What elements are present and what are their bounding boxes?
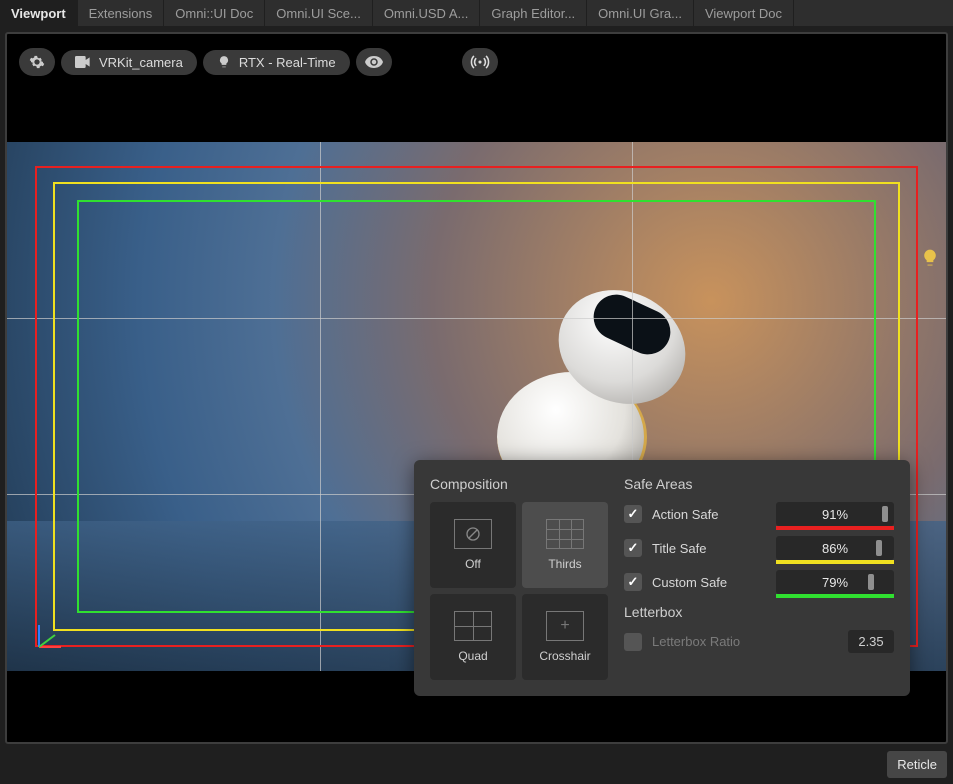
tab-omni-usd[interactable]: Omni.USD A...	[373, 0, 481, 26]
title-safe-slider[interactable]: 86%	[776, 536, 894, 560]
action-safe-slider[interactable]: 91%	[776, 502, 894, 526]
reticle-settings-panel: Composition Off Thirds Quad + Crosshair …	[414, 460, 910, 696]
broadcast-icon	[470, 55, 490, 69]
gear-icon	[29, 54, 45, 70]
off-icon	[465, 526, 481, 542]
camera-icon	[75, 56, 91, 68]
custom-safe-slider[interactable]: 79%	[776, 570, 894, 594]
settings-button[interactable]	[19, 48, 55, 76]
eye-icon	[365, 56, 383, 68]
composition-off[interactable]: Off	[430, 502, 516, 588]
crosshair-icon: +	[546, 611, 584, 641]
title-safe-checkbox[interactable]	[624, 539, 642, 557]
custom-safe-label: Custom Safe	[652, 575, 766, 590]
action-safe-checkbox[interactable]	[624, 505, 642, 523]
safe-areas-section: Safe Areas Action Safe 91% Title Safe 86…	[624, 476, 894, 680]
tab-omni-ui-doc[interactable]: Omni::UI Doc	[164, 0, 265, 26]
composition-crosshair[interactable]: + Crosshair	[522, 594, 608, 680]
tab-extensions[interactable]: Extensions	[78, 0, 165, 26]
axis-gizmo[interactable]	[31, 615, 71, 655]
tab-viewport-doc[interactable]: Viewport Doc	[694, 0, 794, 26]
composition-quad[interactable]: Quad	[430, 594, 516, 680]
action-safe-label: Action Safe	[652, 507, 766, 522]
title-safe-label: Title Safe	[652, 541, 766, 556]
tab-omni-ui-graph[interactable]: Omni.UI Gra...	[587, 0, 694, 26]
safe-areas-header: Safe Areas	[624, 476, 894, 492]
camera-label: VRKit_camera	[99, 55, 183, 70]
visibility-button[interactable]	[356, 48, 392, 76]
tab-omni-ui-scene[interactable]: Omni.UI Sce...	[265, 0, 373, 26]
letterbox-ratio-field[interactable]: 2.35	[848, 630, 894, 653]
quad-icon	[454, 611, 492, 641]
composition-section: Composition Off Thirds Quad + Crosshair	[430, 476, 608, 680]
tab-bar: Viewport Extensions Omni::UI Doc Omni.UI…	[0, 0, 953, 26]
custom-safe-checkbox[interactable]	[624, 573, 642, 591]
light-gizmo-icon[interactable]	[920, 248, 940, 268]
tab-graph-editor[interactable]: Graph Editor...	[480, 0, 587, 26]
lightbulb-icon	[217, 55, 231, 69]
reticle-button[interactable]: Reticle	[887, 751, 947, 778]
composition-header: Composition	[430, 476, 608, 492]
render-mode-selector[interactable]: RTX - Real-Time	[203, 50, 350, 75]
composition-thirds[interactable]: Thirds	[522, 502, 608, 588]
letterbox-checkbox[interactable]	[624, 633, 642, 651]
broadcast-button[interactable]	[462, 48, 498, 76]
render-mode-label: RTX - Real-Time	[239, 55, 336, 70]
thirds-icon	[546, 519, 584, 549]
letterbox-label: Letterbox Ratio	[652, 634, 838, 649]
camera-selector[interactable]: VRKit_camera	[61, 50, 197, 75]
tab-viewport[interactable]: Viewport	[0, 0, 78, 26]
viewport-toolbar: VRKit_camera RTX - Real-Time	[19, 48, 392, 76]
letterbox-header: Letterbox	[624, 604, 894, 620]
